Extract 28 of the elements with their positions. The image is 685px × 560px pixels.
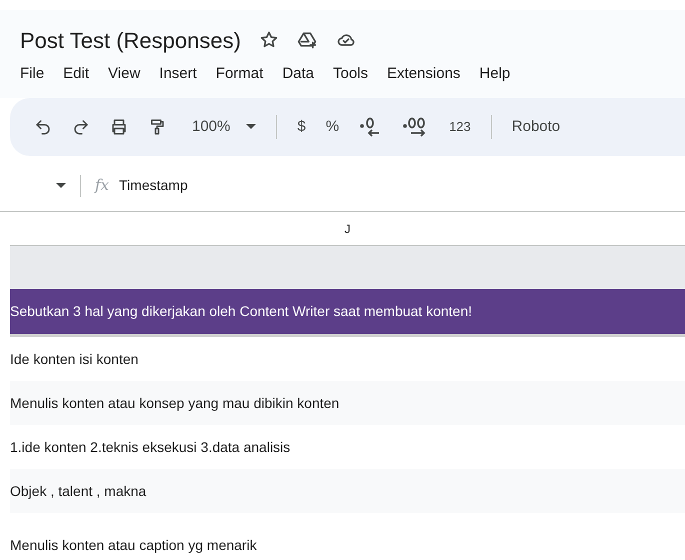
number-format-button[interactable]: 123 bbox=[449, 117, 471, 137]
font-dropdown[interactable]: Roboto bbox=[512, 116, 560, 138]
fx-label: fx bbox=[95, 175, 110, 196]
header-cell: Sebutkan 3 hal yang dikerjakan oleh Content Writer saat membuat konten! bbox=[10, 289, 685, 337]
menu-item[interactable]: Extensions bbox=[387, 62, 460, 86]
menu-item[interactable]: File bbox=[20, 62, 44, 86]
caret-icon bbox=[246, 124, 256, 130]
document-title: Post Test (Responses) bbox=[20, 26, 241, 55]
table-cell: Menulis konten atau konsep yang mau dibikin konten bbox=[10, 381, 685, 425]
undo-icon[interactable] bbox=[34, 118, 52, 136]
menu-item[interactable]: Data bbox=[282, 62, 314, 86]
menu-item[interactable]: Tools bbox=[333, 62, 368, 86]
paint-format-icon[interactable] bbox=[148, 118, 166, 136]
table-cell: Objek , talent , makna bbox=[10, 469, 685, 513]
menu-item[interactable]: Insert bbox=[159, 62, 197, 86]
menu-item[interactable]: Format bbox=[216, 62, 264, 86]
star-icon[interactable] bbox=[258, 30, 279, 50]
percent-button[interactable]: % bbox=[326, 116, 340, 138]
formula-value[interactable]: Timestamp bbox=[119, 175, 188, 196]
caret-icon[interactable] bbox=[56, 182, 66, 188]
menu-item[interactable]: View bbox=[108, 62, 140, 86]
print-icon[interactable] bbox=[110, 118, 128, 136]
redo-icon[interactable] bbox=[72, 118, 90, 136]
currency-button[interactable]: $ bbox=[297, 116, 306, 138]
menu-item[interactable]: Edit bbox=[63, 62, 90, 86]
zoom-dropdown[interactable]: 100% bbox=[186, 116, 256, 138]
drive-add-icon[interactable] bbox=[296, 30, 317, 50]
menu-item[interactable]: Help bbox=[479, 62, 510, 86]
